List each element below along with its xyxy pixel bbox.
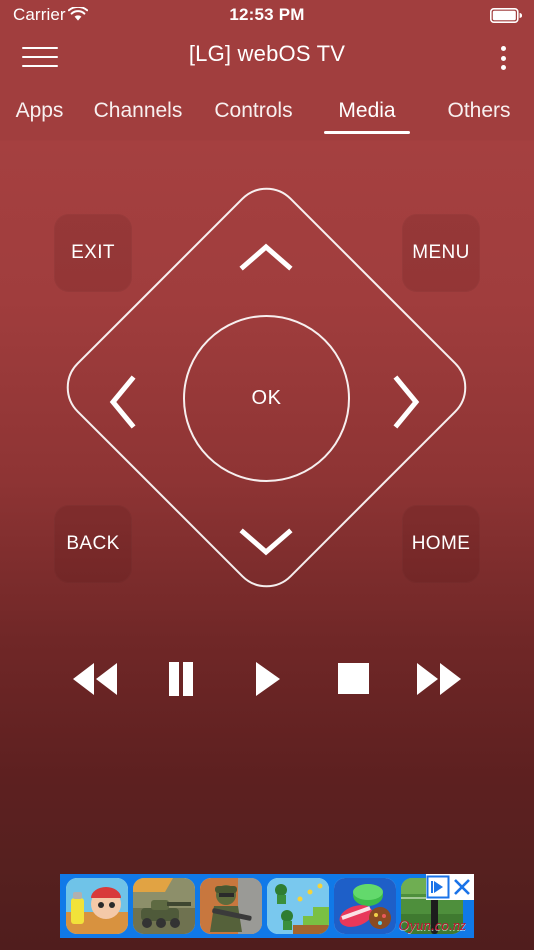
game-tile-candy[interactable] (334, 878, 396, 934)
fast-forward-button[interactable] (408, 650, 470, 712)
chevron-up-icon[interactable] (236, 240, 296, 281)
play-icon (250, 657, 284, 706)
rewind-button[interactable] (64, 650, 126, 712)
game-tile-subway[interactable] (66, 878, 128, 934)
ad-banner[interactable]: Oyun.co.nz (60, 874, 474, 938)
stop-icon (333, 657, 373, 706)
adchoices-icon[interactable] (426, 875, 450, 899)
back-button-label: BACK (66, 533, 120, 554)
play-button[interactable] (236, 650, 298, 712)
pause-button[interactable] (150, 650, 212, 712)
tab-bar: Apps Channels Controls Media Others (0, 85, 534, 140)
chevron-left-icon[interactable] (105, 372, 141, 437)
tab-label: Media (338, 99, 396, 122)
tab-controls[interactable]: Controls (197, 85, 310, 140)
status-bar: Carrier 12:53 PM (0, 0, 534, 30)
kebab-overflow-icon[interactable] (492, 44, 514, 72)
active-tab-indicator (324, 131, 410, 134)
tab-channels[interactable]: Channels (79, 85, 197, 140)
game-tile-shooter[interactable] (200, 878, 262, 934)
game-tile-platformer[interactable] (267, 878, 329, 934)
clock-label: 12:53 PM (229, 5, 305, 24)
exit-button-label: EXIT (71, 242, 115, 263)
exit-button[interactable]: EXIT (54, 214, 132, 292)
game-tile-tanks[interactable] (133, 878, 195, 934)
tab-media[interactable]: Media (310, 85, 424, 140)
tab-label: Channels (93, 99, 183, 122)
home-button[interactable]: HOME (402, 505, 480, 583)
tab-apps[interactable]: Apps (0, 85, 79, 140)
rewind-icon (68, 657, 122, 706)
pause-icon (164, 657, 198, 706)
page-title: [LG] webOS TV (188, 41, 346, 66)
close-icon[interactable] (450, 875, 474, 899)
tab-label: Apps (15, 99, 64, 122)
media-transport-bar (0, 645, 534, 717)
home-button-label: HOME (411, 533, 471, 554)
app-bar: [LG] webOS TV (0, 30, 534, 85)
ok-button-label: OK (251, 387, 282, 409)
chevron-down-icon[interactable] (236, 523, 296, 564)
tab-others[interactable]: Others (424, 85, 534, 140)
tab-label: Others (447, 99, 511, 122)
dpad-area: EXIT MENU BACK HOME OK (0, 140, 534, 640)
tab-label: Controls (214, 99, 293, 122)
stop-button[interactable] (322, 650, 384, 712)
menu-button-label: MENU (412, 242, 470, 263)
ad-brand-label: Oyun.co.nz (398, 918, 467, 934)
chevron-right-icon[interactable] (388, 372, 424, 437)
fast-forward-icon (412, 657, 466, 706)
ad-controls (426, 874, 474, 900)
menu-button[interactable]: MENU (402, 214, 480, 292)
remote-app-screen: Carrier 12:53 PM [LG] webOS TV Apps Chan… (0, 0, 534, 950)
back-button[interactable]: BACK (54, 505, 132, 583)
battery-full-icon (490, 8, 523, 28)
ok-button[interactable]: OK (183, 315, 350, 482)
